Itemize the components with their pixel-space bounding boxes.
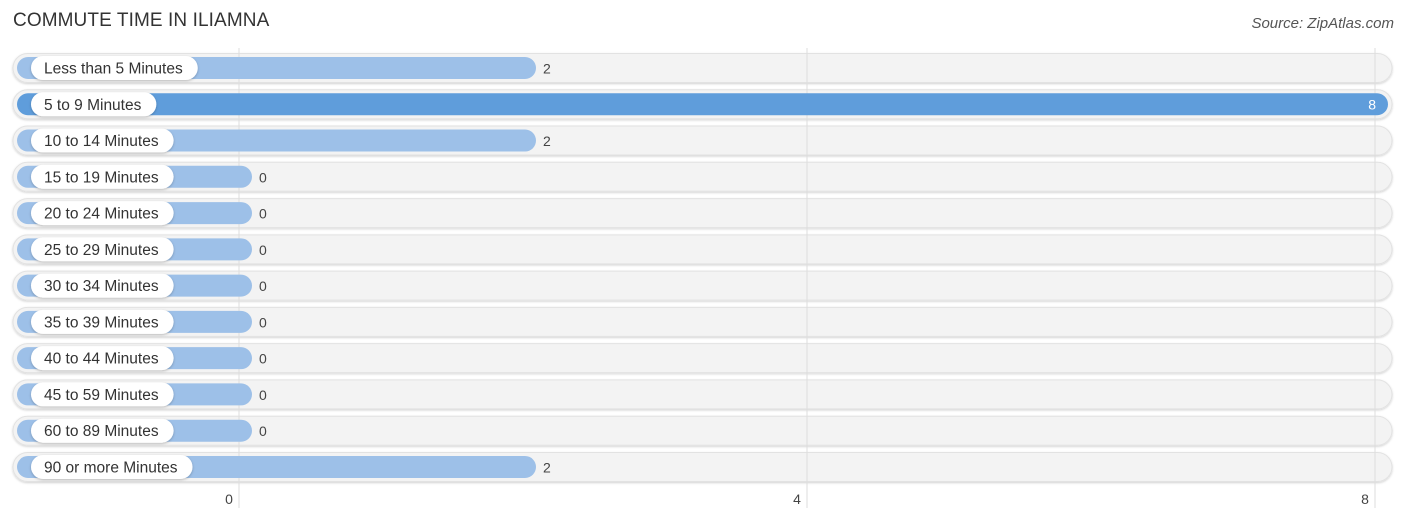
value-label: 0 <box>259 242 267 258</box>
value-label: 0 <box>259 423 267 439</box>
value-label: 0 <box>259 169 267 185</box>
value-label: 2 <box>543 133 551 149</box>
category-label: 20 to 24 Minutes <box>44 206 159 223</box>
category-label: 90 or more Minutes <box>44 459 178 476</box>
category-label: Less than 5 Minutes <box>44 61 183 78</box>
category-label: 40 to 44 Minutes <box>44 351 159 368</box>
category-label: 35 to 39 Minutes <box>44 314 159 331</box>
x-tick-label: 0 <box>225 491 233 507</box>
category-label: 10 to 14 Minutes <box>44 133 159 150</box>
bar[interactable] <box>17 93 1388 116</box>
category-label: 15 to 19 Minutes <box>44 169 159 186</box>
value-label: 0 <box>259 351 267 367</box>
category-label: 30 to 34 Minutes <box>44 278 159 295</box>
category-label: 25 to 29 Minutes <box>44 242 159 259</box>
category-label: 5 to 9 Minutes <box>44 97 142 114</box>
category-label: 45 to 59 Minutes <box>44 387 159 404</box>
x-tick-label: 8 <box>1361 491 1369 507</box>
value-label: 2 <box>543 61 551 77</box>
x-tick-label: 4 <box>793 491 801 507</box>
value-label: 8 <box>1368 96 1376 112</box>
value-label: 0 <box>259 206 267 222</box>
value-label: 0 <box>259 314 267 330</box>
bar-chart: Less than 5 Minutes 2 5 to 9 Minutes 8 10 to… <box>12 48 1393 508</box>
value-label: 0 <box>259 278 267 294</box>
category-label: 60 to 89 Minutes <box>44 423 159 440</box>
value-label: 2 <box>543 459 551 475</box>
value-label: 0 <box>259 387 267 403</box>
